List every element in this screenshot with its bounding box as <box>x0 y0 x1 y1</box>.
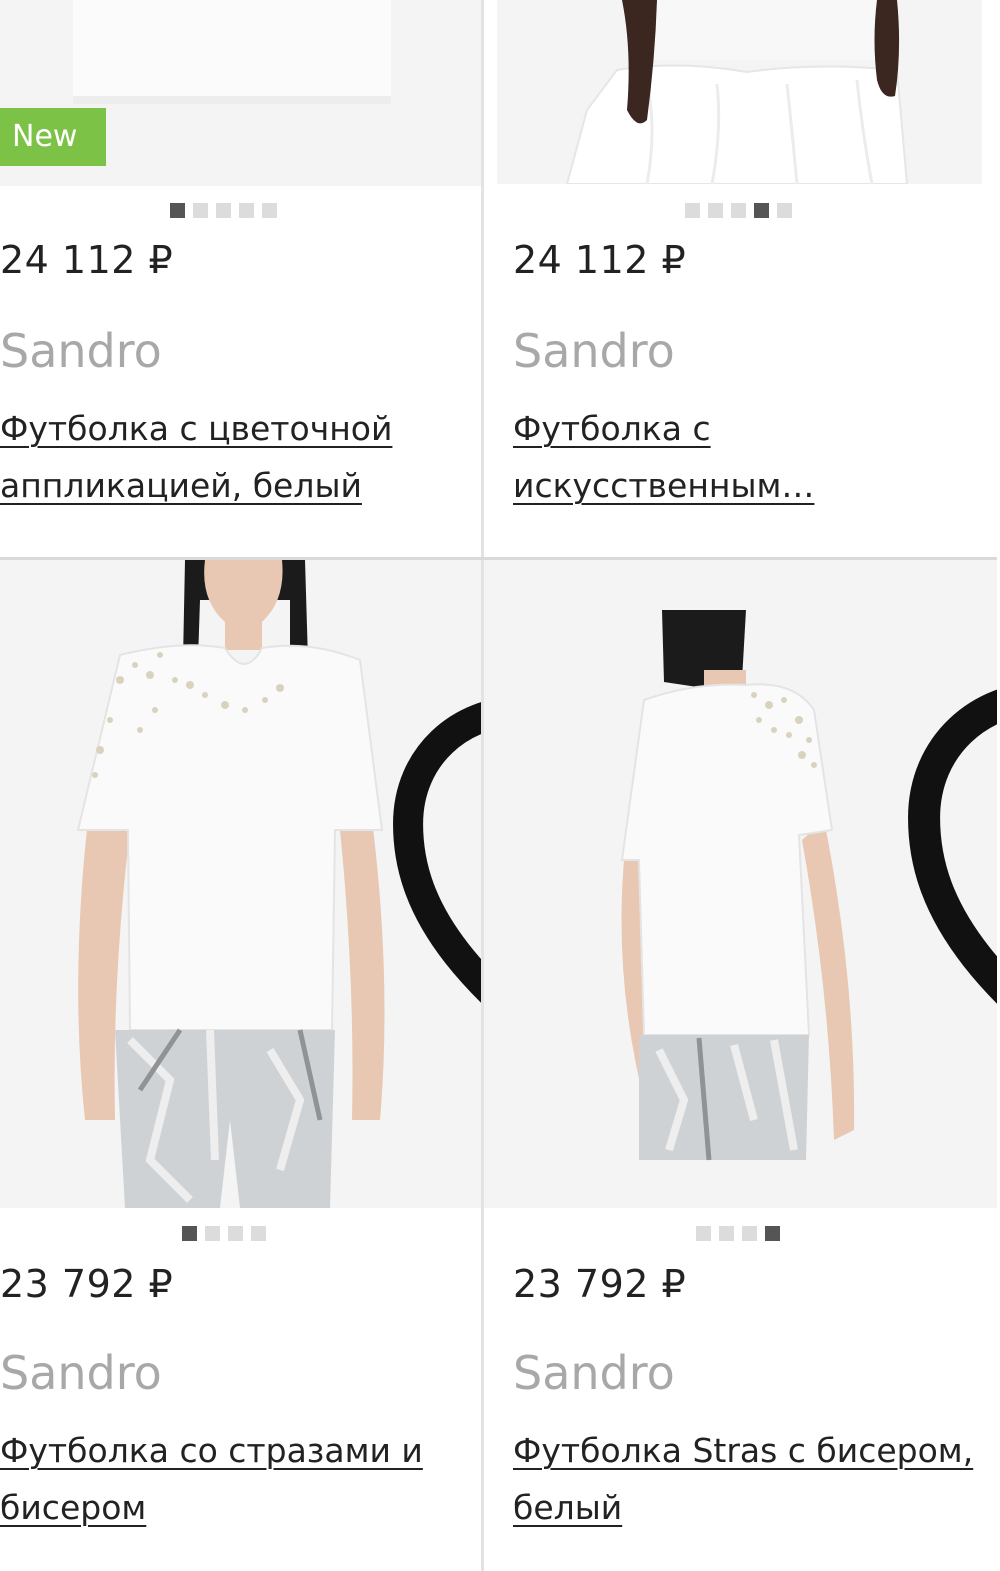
carousel-dot[interactable] <box>765 1226 780 1241</box>
carousel-dot[interactable] <box>239 203 254 218</box>
product-price: 24 112 ₽ <box>513 238 687 282</box>
product-price: 23 792 ₽ <box>513 1262 687 1306</box>
carousel-dot[interactable] <box>731 203 746 218</box>
carousel-dot[interactable] <box>228 1226 243 1241</box>
carousel-dot[interactable] <box>170 203 185 218</box>
carousel-dot[interactable] <box>708 203 723 218</box>
new-badge: New <box>0 108 106 166</box>
product-brand: Sandro <box>513 324 675 378</box>
carousel-dot[interactable] <box>251 1226 266 1241</box>
heart-outline-icon[interactable] <box>378 590 481 1208</box>
product-card[interactable]: New 24 112 ₽ Sandro Футболка с цветочной… <box>0 0 481 557</box>
carousel-dot[interactable] <box>754 203 769 218</box>
image-carousel-indicator[interactable] <box>696 1226 780 1241</box>
product-title-link[interactable]: Футболка со стразами и бисером <box>0 1422 470 1536</box>
product-title-link[interactable]: Футболка Stras с бисером, белый <box>513 1422 983 1536</box>
carousel-dot[interactable] <box>182 1226 197 1241</box>
product-brand: Sandro <box>513 1346 675 1400</box>
product-brand: Sandro <box>0 324 162 378</box>
carousel-dot[interactable] <box>262 203 277 218</box>
carousel-dot[interactable] <box>777 203 792 218</box>
carousel-dot[interactable] <box>193 203 208 218</box>
product-price: 24 112 ₽ <box>0 238 174 282</box>
carousel-dot[interactable] <box>742 1226 757 1241</box>
carousel-dot[interactable] <box>719 1226 734 1241</box>
carousel-dot[interactable] <box>216 203 231 218</box>
carousel-dot[interactable] <box>685 203 700 218</box>
heart-outline-icon[interactable] <box>892 590 997 1208</box>
carousel-dot[interactable] <box>696 1226 711 1241</box>
product-card[interactable]: 24 112 ₽ Sandro Футболка с искусственным… <box>484 0 997 557</box>
product-title-link[interactable]: Футболка с искусственным… <box>513 400 983 514</box>
image-carousel-indicator[interactable] <box>685 203 792 218</box>
ruffled-dress-image <box>497 0 982 184</box>
product-image[interactable] <box>484 560 997 1208</box>
product-price: 23 792 ₽ <box>0 1262 174 1306</box>
product-card[interactable]: 23 792 ₽ Sandro Футболка Stras с бисером… <box>484 560 997 1571</box>
carousel-dot[interactable] <box>205 1226 220 1241</box>
product-title-link[interactable]: Футболка с цветочной аппликацией, белый <box>0 400 470 514</box>
product-grid: New 24 112 ₽ Sandro Футболка с цветочной… <box>0 0 1000 1571</box>
image-carousel-indicator[interactable] <box>182 1226 266 1241</box>
product-brand: Sandro <box>0 1346 162 1400</box>
product-image[interactable] <box>0 560 481 1208</box>
product-image[interactable] <box>497 0 982 184</box>
product-card[interactable]: 23 792 ₽ Sandro Футболка со стразами и б… <box>0 560 481 1571</box>
image-carousel-indicator[interactable] <box>170 203 277 218</box>
